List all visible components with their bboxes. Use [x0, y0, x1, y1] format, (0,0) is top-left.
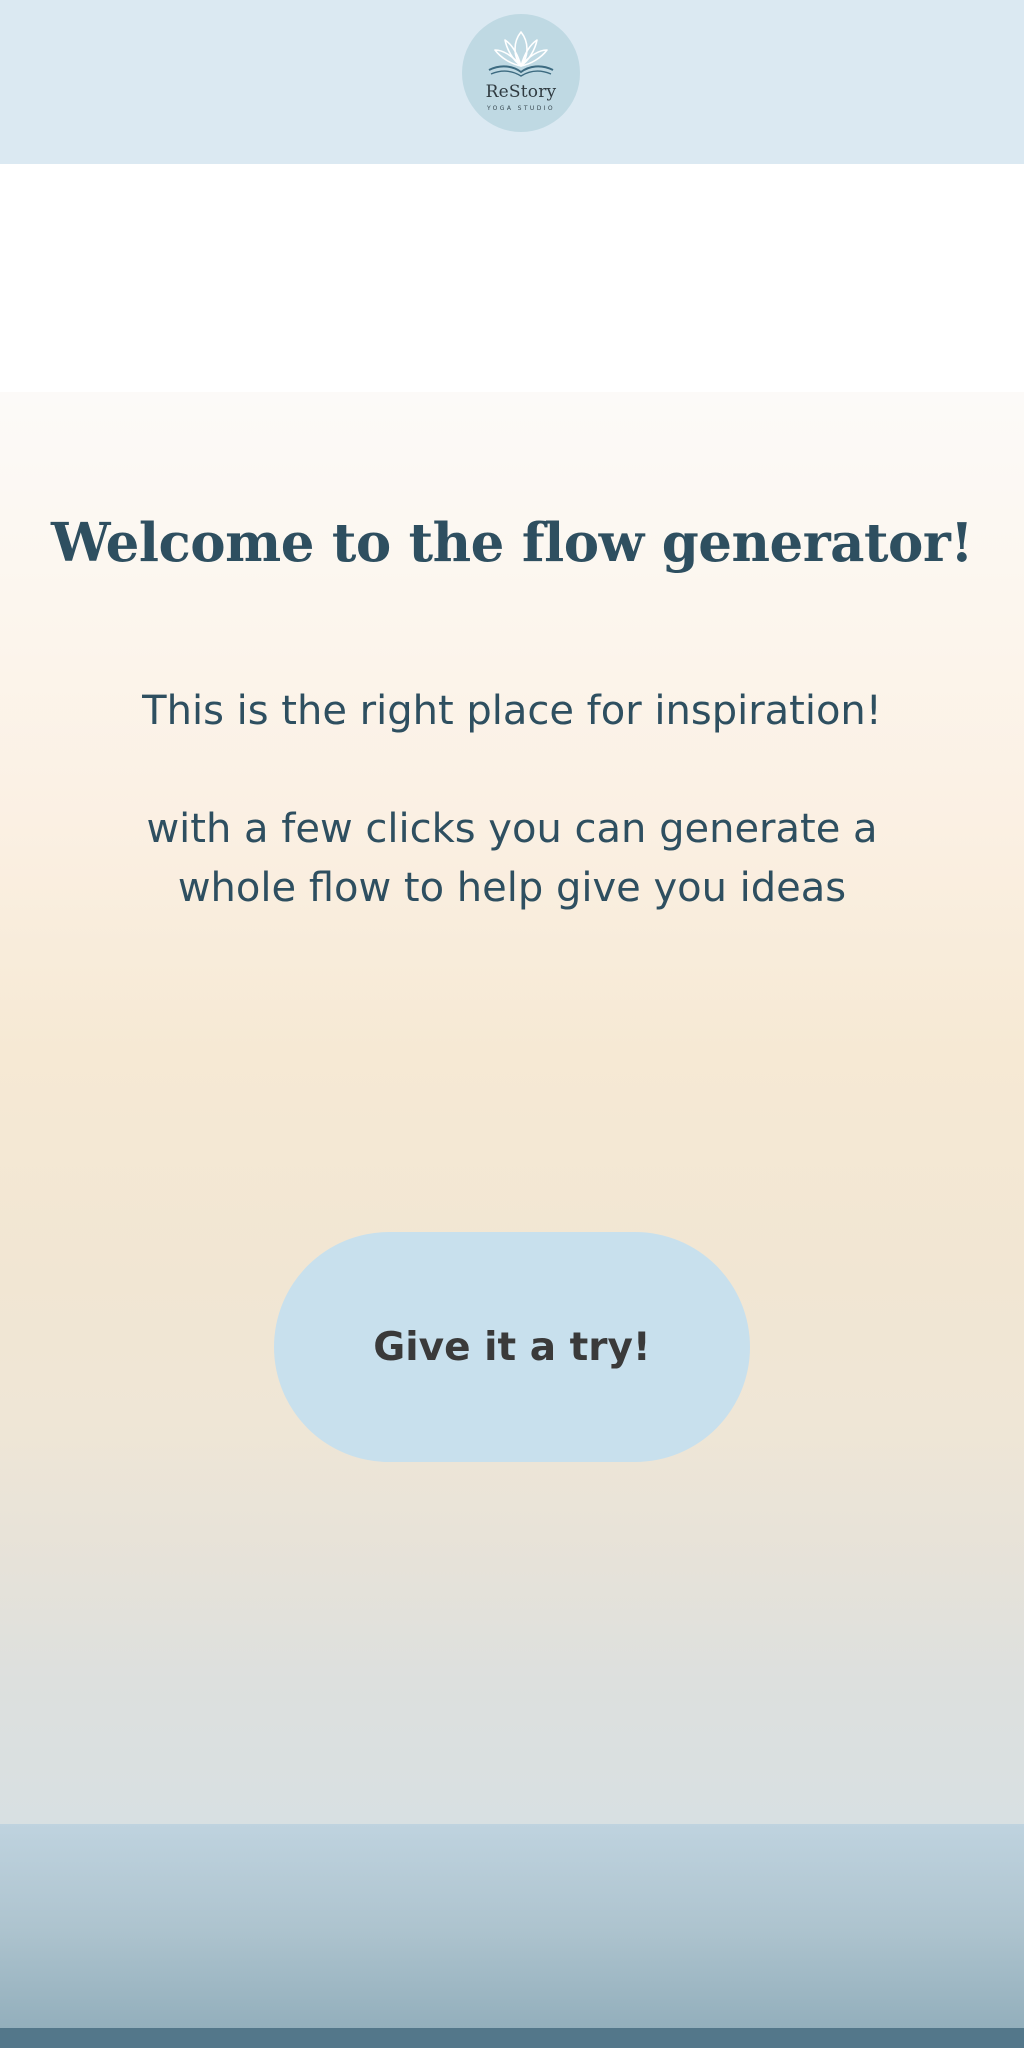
header: ReStory YOGA STUDIO: [0, 0, 1024, 164]
logo-name: ReStory: [485, 82, 557, 102]
lotus-book-icon: [488, 31, 554, 77]
footer-strip: [0, 2028, 1024, 2048]
footer: [0, 1824, 1024, 2028]
description-text: with a few clicks you can generate a who…: [146, 806, 878, 911]
give-it-a-try-button[interactable]: Give it a try!: [274, 1232, 750, 1462]
spacer: [0, 164, 1024, 392]
studio-logo[interactable]: ReStory YOGA STUDIO: [462, 14, 580, 132]
hero-section: Welcome to the flow generator! This is t…: [0, 392, 1024, 1824]
page-title: Welcome to the flow generator!: [50, 512, 974, 574]
intro-text: This is the right place for inspiration!: [142, 688, 882, 734]
logo-tagline: YOGA STUDIO: [486, 105, 556, 112]
